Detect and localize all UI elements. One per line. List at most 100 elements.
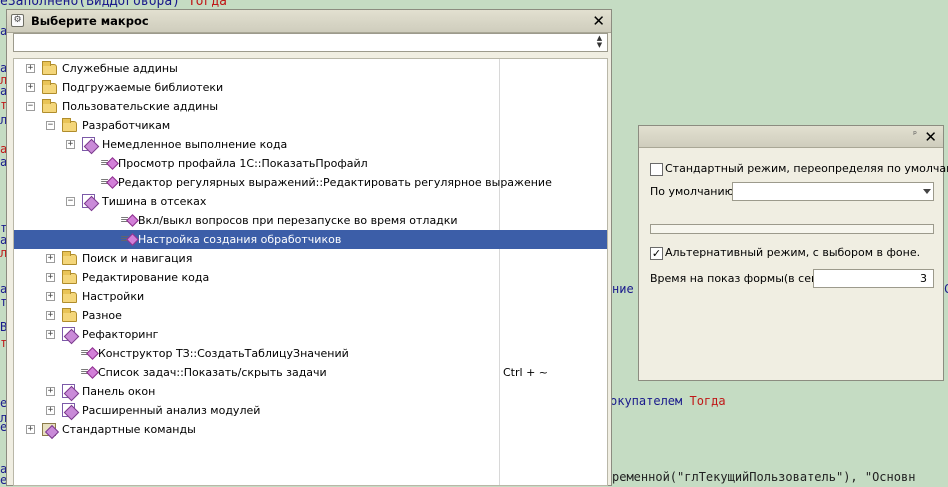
panel-close-icon[interactable]: ✕	[924, 128, 937, 146]
folder-icon	[62, 289, 77, 303]
folder-icon	[62, 270, 77, 284]
tree-row-label: Расширенный анализ модулей	[82, 404, 261, 417]
cmdset-icon	[42, 423, 56, 436]
expand-icon[interactable]: +	[46, 273, 55, 282]
tree-row-label: Рефакторинг	[82, 328, 159, 341]
book-icon	[82, 137, 95, 151]
tree-row-label: Подгружаемые библиотеки	[62, 81, 224, 94]
expand-icon[interactable]: +	[46, 311, 55, 320]
display-time-value: 3	[920, 272, 927, 285]
alt-mode-checkbox[interactable]: ✓	[650, 247, 663, 260]
app-icon: ⚙	[11, 14, 24, 27]
alt-mode-label: Альтернативный режим, с выбором в фоне.	[665, 246, 921, 259]
tree-row-label: Тишина в отсеках	[102, 195, 207, 208]
macro-icon	[80, 362, 97, 381]
default-label: По умолчанию:	[650, 185, 738, 198]
expand-icon[interactable]: +	[46, 292, 55, 301]
tree-row[interactable]: Конструктор ТЗ::СоздатьТаблицуЗначений	[14, 343, 607, 363]
folder-icon	[62, 118, 77, 132]
tree-row-label: Просмотр профайла 1С::ПоказатьПрофайл	[118, 157, 368, 170]
macro-search-field[interactable]: ▲ ▼	[13, 33, 608, 52]
tree-row[interactable]: + Служебные аддины	[14, 59, 607, 78]
tree-row[interactable]: − Разработчикам	[14, 116, 607, 135]
tree-row-label: Немедленное выполнение кода	[102, 138, 288, 151]
divider-field	[650, 224, 934, 234]
folder-icon	[42, 99, 57, 113]
expand-icon[interactable]: +	[46, 406, 55, 415]
handler-settings-panel: ᵖ ✕ Стандартный режим, переопределяя по …	[638, 125, 948, 381]
expand-icon[interactable]: +	[26, 83, 35, 92]
tree-row[interactable]: + Стандартные команды	[14, 420, 607, 439]
pin-icon[interactable]: ᵖ	[913, 130, 917, 140]
panel-titlebar[interactable]: ᵖ ✕	[639, 126, 943, 148]
tree-row[interactable]: + Поиск и навигация	[14, 249, 607, 268]
tree-row[interactable]: + Расширенный анализ модулей	[14, 401, 607, 420]
expand-icon[interactable]: +	[46, 330, 55, 339]
tree-row[interactable]: − Тишина в отсеках	[14, 192, 607, 211]
dialog-titlebar[interactable]: ⚙ Выберите макрос ✕	[7, 10, 611, 33]
tree-row[interactable]: + Панель окон	[14, 382, 607, 401]
tree-row-label: Редактирование кода	[82, 271, 210, 284]
tree-row[interactable]: + Разное	[14, 306, 607, 325]
tree-row-label: Пользовательские аддины	[62, 100, 219, 113]
collapse-icon[interactable]: −	[26, 102, 35, 111]
macro-icon	[80, 343, 97, 362]
standard-mode-checkbox[interactable]	[650, 163, 663, 176]
macro-search-input[interactable]	[16, 35, 590, 52]
dialog-title: Выберите макрос	[31, 14, 149, 28]
expand-icon[interactable]: +	[46, 254, 55, 263]
spin-arrows-icon[interactable]: ▲ ▼	[594, 35, 605, 50]
tree-row-label: Настройка создания обработчиков	[138, 233, 342, 246]
tree-row-label: Настройки	[82, 290, 145, 303]
macro-icon	[100, 172, 117, 191]
macro-icon	[120, 229, 137, 248]
close-icon[interactable]: ✕	[592, 12, 605, 30]
code-fragment-right-3: ременной("глТекущийПользователь"), "Осно…	[612, 470, 916, 484]
tree-row[interactable]: + Настройки	[14, 287, 607, 306]
macro-icon	[100, 153, 117, 172]
code-fragment-right-1: ние	[612, 282, 634, 296]
collapse-icon[interactable]: −	[66, 197, 75, 206]
display-time-input[interactable]: 3	[813, 269, 934, 288]
tree-row[interactable]: + Рефакторинг	[14, 325, 607, 344]
expand-icon[interactable]: +	[26, 425, 35, 434]
tree-row-label: Панель окон	[82, 385, 156, 398]
standard-mode-label: Стандартный режим, переопределяя по умол…	[665, 162, 948, 175]
default-select[interactable]	[732, 182, 934, 201]
macro-tree[interactable]: + Служебные аддины + Подгружаемые библиотек…	[13, 58, 608, 486]
tree-row[interactable]: Настройка создания обработчиков	[14, 229, 607, 249]
tree-row[interactable]: + Немедленное выполнение кода	[14, 135, 607, 154]
book-icon	[62, 327, 75, 341]
book-icon	[62, 384, 75, 398]
macro-icon	[120, 210, 137, 229]
expand-icon[interactable]: +	[66, 140, 75, 149]
tree-row-label: Список задач::Показать/скрыть задачи	[98, 366, 327, 379]
folder-icon	[62, 308, 77, 322]
tree-row[interactable]: Редактор регулярных выражений::Редактиро…	[14, 172, 607, 192]
tree-row[interactable]: − Пользовательские аддины	[14, 97, 607, 116]
tree-row-label: Стандартные команды	[62, 423, 196, 436]
tree-row-label: Конструктор ТЗ::СоздатьТаблицуЗначений	[98, 347, 349, 360]
expand-icon[interactable]: +	[46, 387, 55, 396]
tree-row[interactable]: + Редактирование кода	[14, 268, 607, 287]
code-line-top: еЗаполнено(ВидДоговора) Тогда	[0, 0, 227, 9]
tree-row[interactable]: Просмотр профайла 1С::ПоказатьПрофайл	[14, 153, 607, 173]
code-fragment-right-1-end: С	[944, 282, 948, 296]
display-time-label: Время на показ формы(в сек):	[650, 272, 826, 285]
book-icon	[82, 194, 95, 208]
collapse-icon[interactable]: −	[46, 121, 55, 130]
dropdown-arrow-icon[interactable]	[923, 189, 931, 194]
folder-icon	[42, 61, 57, 75]
folder-icon	[42, 80, 57, 94]
tree-row[interactable]: Список задач::Показать/скрыть задачи Ctrl…	[14, 362, 607, 382]
tree-row-label: Разное	[82, 309, 122, 322]
tree-row-shortcut: Ctrl + ~	[503, 366, 548, 379]
code-fragment-right-2: окупателем Тогда	[610, 394, 726, 408]
tree-row-label: Поиск и навигация	[82, 252, 193, 265]
expand-icon[interactable]: +	[26, 64, 35, 73]
tree-row[interactable]: + Подгружаемые библиотеки	[14, 78, 607, 97]
select-macro-dialog: ⚙ Выберите макрос ✕ ▲ ▼ + Служебные аддины…	[6, 9, 612, 486]
tree-row[interactable]: Вкл/выкл вопросов при перезапуске во вре…	[14, 210, 607, 230]
folder-icon	[62, 251, 77, 265]
tree-row-label: Вкл/выкл вопросов при перезапуске во вре…	[138, 214, 458, 227]
